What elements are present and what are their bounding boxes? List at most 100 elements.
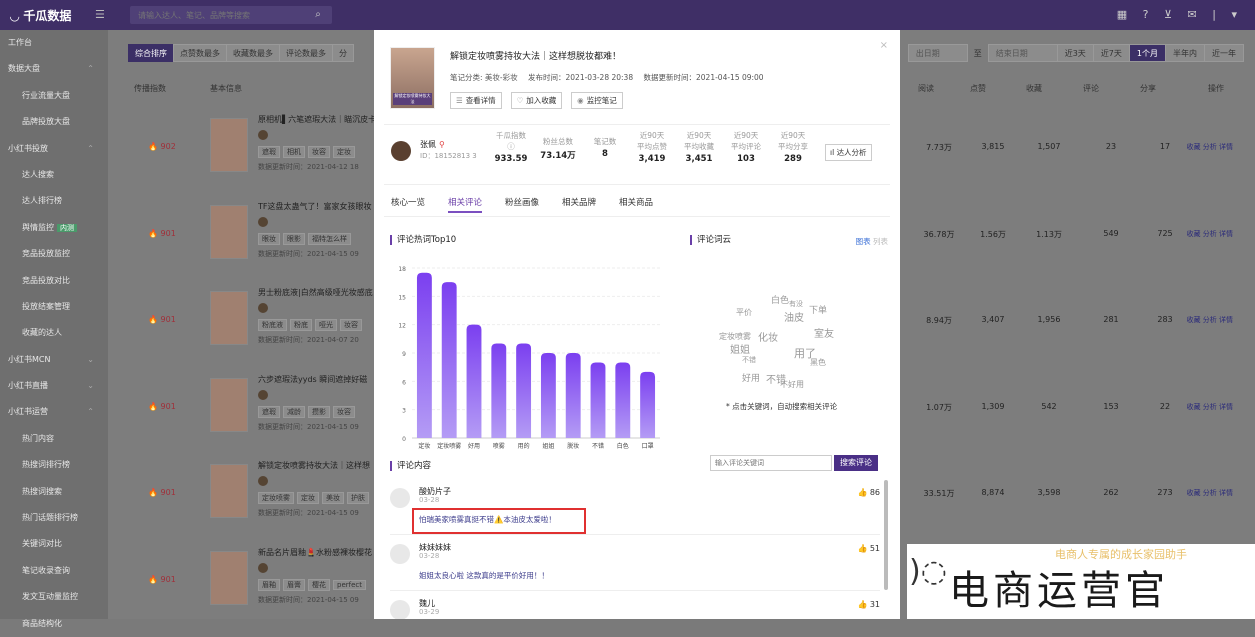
grid-icon[interactable]: ▦	[1117, 8, 1127, 21]
tag[interactable]: 妆容	[340, 319, 362, 331]
author-avatar[interactable]	[258, 562, 268, 573]
cloud-word[interactable]: 黑色	[810, 357, 826, 368]
date-range-tab[interactable]: 半年内	[1165, 44, 1205, 62]
date-range-tab[interactable]: 1个月	[1128, 44, 1166, 62]
menu-toggle-icon[interactable]: ☰	[95, 8, 105, 21]
row-actions[interactable]: 收藏 分析 详情	[1187, 488, 1233, 498]
sidebar-item[interactable]: 竞品投放监控	[0, 241, 108, 267]
sort-tab[interactable]: 分	[332, 44, 354, 62]
note-thumbnail[interactable]	[210, 291, 248, 345]
sidebar-item[interactable]: 行业流量大盘	[0, 83, 108, 109]
tag[interactable]: 哑光	[315, 319, 337, 331]
bar-口罩[interactable]	[640, 371, 656, 438]
sidebar-item[interactable]: 舆情监控 内测	[0, 215, 108, 241]
bar-定妆[interactable]	[416, 272, 432, 438]
note-title[interactable]: 六步遮瑕法yyds 瞬间遮掉好磁	[258, 374, 378, 385]
bar-用的[interactable]	[516, 343, 532, 438]
col-index[interactable]: 传播指数	[134, 80, 166, 98]
author-avatar[interactable]	[258, 389, 268, 400]
sidebar-item[interactable]: 达人排行榜	[0, 188, 108, 214]
tag[interactable]: 福特怎么样	[308, 232, 351, 245]
bar-好用[interactable]	[466, 324, 482, 438]
author-analysis-button[interactable]: ıl 达人分析	[825, 144, 872, 161]
sort-tab[interactable]: 收藏数最多	[226, 44, 280, 62]
date-range-tab[interactable]: 近一年	[1204, 44, 1244, 62]
tag[interactable]: 美妆	[322, 492, 344, 504]
bar-喷雾[interactable]	[491, 343, 507, 438]
date-start-input[interactable]: 出日期	[907, 44, 968, 62]
sidebar-item[interactable]: 投放结案管理	[0, 294, 108, 320]
sidebar-item[interactable]: 发文互动量监控	[0, 584, 108, 610]
note-thumbnail[interactable]	[210, 464, 248, 518]
user-dropdown-icon[interactable]: ▾	[1231, 8, 1237, 21]
row-actions[interactable]: 收藏 分析 详情	[1187, 142, 1233, 152]
cloud-word[interactable]: 油皮	[784, 309, 804, 324]
app-logo[interactable]: ◡ 千瓜数据	[10, 7, 71, 24]
close-icon[interactable]: ×	[880, 40, 888, 51]
author-avatar[interactable]	[258, 476, 268, 486]
sidebar-item[interactable]: 热搜词排行榜	[0, 452, 108, 478]
tag[interactable]: 定妆	[297, 492, 319, 504]
col-read[interactable]: 阅读	[918, 80, 934, 98]
sidebar-item[interactable]: 品牌投放大盘	[0, 109, 108, 135]
sidebar-item[interactable]: 收藏的达人	[0, 320, 108, 346]
sidebar-item[interactable]: 竞品投放对比	[0, 268, 108, 294]
modal-scrollbar[interactable]	[884, 480, 888, 590]
date-range-tab[interactable]: 近3天	[1056, 44, 1094, 62]
mail-icon[interactable]: ✉	[1188, 8, 1197, 21]
cloud-word[interactable]: 下单	[809, 303, 827, 316]
row-actions[interactable]: 收藏 分析 详情	[1187, 402, 1233, 412]
sidebar-item[interactable]: 热门内容	[0, 426, 108, 452]
note-thumbnail[interactable]	[210, 550, 248, 605]
tag[interactable]: 定妆喷雾	[258, 492, 294, 504]
view-detail-button[interactable]: ☰ 查看详情	[450, 92, 502, 109]
note-thumbnail[interactable]	[210, 118, 248, 172]
cloud-word[interactable]: 好用	[742, 371, 760, 384]
date-field[interactable]: 结束日期	[987, 44, 1058, 62]
tag[interactable]: 眉膏	[283, 578, 305, 591]
cloud-word[interactable]: 有没	[789, 299, 803, 309]
cloud-word[interactable]: 平价	[736, 307, 752, 318]
tag[interactable]: 相机	[283, 146, 305, 158]
sidebar-item[interactable]: 热搜词搜索	[0, 479, 108, 505]
cloud-word[interactable]: 化妆	[758, 329, 778, 344]
date-range-tab[interactable]: 近7天	[1092, 44, 1130, 62]
author-avatar[interactable]	[391, 141, 411, 161]
tab-0[interactable]: 核心一览	[391, 196, 425, 208]
search-icon[interactable]: ⌕	[304, 6, 332, 24]
tag[interactable]: 遮瑕	[258, 405, 280, 418]
author-avatar[interactable]	[258, 130, 268, 140]
cloud-word[interactable]: 不错	[742, 355, 756, 365]
note-title[interactable]: 原相机▌六笔遮瑕大法｜瞄沉皮卡	[258, 114, 378, 125]
note-thumbnail[interactable]	[210, 204, 248, 259]
bar-不错[interactable]	[590, 362, 606, 438]
sidebar-item[interactable]: 工作台	[0, 30, 108, 56]
sort-tab[interactable]: 点赞数最多	[173, 44, 227, 62]
help-icon[interactable]: ?	[1143, 8, 1149, 21]
cart-icon[interactable]: ⊻	[1164, 8, 1172, 21]
sort-tab[interactable]: 评论数最多	[279, 44, 333, 62]
tag[interactable]: 定妆	[333, 146, 355, 158]
tag[interactable]: 遮瑕	[258, 146, 280, 158]
tag[interactable]: 妆容	[308, 146, 330, 158]
sidebar-item[interactable]: 数据大盘 ⌃	[0, 56, 108, 82]
global-search-input[interactable]	[130, 6, 300, 24]
tag[interactable]: 妆容	[333, 405, 355, 418]
sidebar-item[interactable]: 小红书投放 ⌃	[0, 136, 108, 162]
tag[interactable]: 樱花	[308, 578, 330, 591]
sidebar-item[interactable]: 商品结构化	[0, 611, 108, 637]
cloud-word[interactable]: 不好用	[780, 379, 804, 390]
comment-search-input[interactable]	[710, 455, 832, 471]
note-title[interactable]: 男士粉底液|白然高级哑光妆感底	[258, 287, 378, 298]
tab-2[interactable]: 粉丝画像	[505, 196, 539, 208]
search-comment-button[interactable]: 搜索评论	[834, 455, 878, 471]
monitor-note-button[interactable]: ◉ 监控笔记	[571, 92, 623, 109]
toggle-list[interactable]: 列表	[873, 237, 888, 246]
col-comment[interactable]: 评论	[1083, 80, 1099, 98]
cloud-word[interactable]: 白色	[771, 293, 789, 306]
sidebar-item[interactable]: 达人搜索	[0, 162, 108, 188]
bar-白色[interactable]	[615, 362, 631, 438]
author-name[interactable]: 张佩 ⚲	[420, 139, 445, 150]
col-fav[interactable]: 收藏	[1026, 80, 1042, 98]
sidebar-item[interactable]: 热门话题排行榜	[0, 505, 108, 531]
